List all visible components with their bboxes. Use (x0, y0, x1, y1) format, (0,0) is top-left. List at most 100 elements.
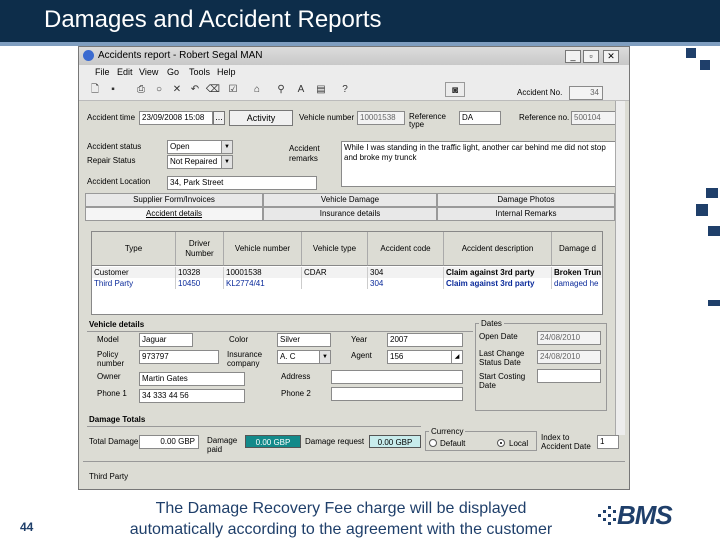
new-icon[interactable]: 🗋 (87, 82, 103, 97)
minimize-button[interactable]: _ (565, 50, 581, 63)
vehicle-number-field[interactable]: 10001538 (357, 111, 405, 125)
phone2-label: Phone 2 (281, 389, 311, 398)
grid-cell-accident-code[interactable]: 304 (368, 267, 444, 278)
chevron-down-icon[interactable]: ▼ (221, 156, 232, 168)
accident-time-field[interactable]: 23/09/2008 15:08 (139, 111, 213, 125)
date-picker-button[interactable]: ... (213, 111, 225, 125)
grid-cell-damage[interactable]: damaged he (552, 278, 602, 289)
activity-button[interactable]: Activity (229, 110, 293, 126)
column-header-accident-code[interactable]: Accident code (368, 232, 444, 266)
tab-insurance-details[interactable]: Insurance details (263, 207, 437, 221)
grid-cell-type[interactable]: Third Party (92, 278, 176, 289)
tab-damage-photos[interactable]: Damage Photos (437, 193, 615, 207)
column-header-accident-description[interactable]: Accident description (444, 232, 552, 266)
tab-internal-remarks[interactable]: Internal Remarks (437, 207, 615, 221)
lookup-icon[interactable]: ◢ (451, 351, 462, 363)
column-header-type[interactable]: Type (92, 232, 176, 266)
column-header-vehicle-type[interactable]: Vehicle type (302, 232, 368, 266)
caption-line: automatically according to the agreement… (129, 521, 553, 538)
save-icon[interactable]: ▪ (105, 82, 121, 97)
chevron-down-icon[interactable]: ▼ (221, 141, 232, 153)
grid-cell-accident-code[interactable]: 304 (368, 278, 444, 289)
print-icon[interactable]: ⎙ (133, 82, 149, 97)
start-costing-date-field[interactable] (537, 369, 601, 383)
text-icon[interactable]: A (293, 82, 309, 97)
model-field[interactable]: Jaguar (139, 333, 193, 347)
menu-view[interactable]: View (139, 67, 158, 77)
reference-type-label: Reference type (409, 112, 446, 129)
menu-tools[interactable]: Tools (189, 67, 210, 77)
grid-cell-driver[interactable]: 10450 (176, 278, 224, 289)
agent-field[interactable]: 156 ◢ (387, 350, 463, 364)
insurance-company-select[interactable]: A. C ▼ (277, 350, 331, 364)
find-icon[interactable]: ⚲ (273, 82, 289, 97)
menu-file[interactable]: File (95, 67, 110, 77)
vertical-scrollbar[interactable] (615, 101, 625, 435)
tab-supplier-form[interactable]: Supplier Form/Invoices (85, 193, 263, 207)
window-titlebar: Accidents report - Robert Segal MAN _ ▫ … (79, 47, 629, 65)
page-number: 44 (20, 520, 34, 534)
grid-cell-description[interactable]: Claim against 3rd party (444, 267, 552, 278)
address-field[interactable] (331, 370, 463, 384)
tab-accident-details[interactable]: Accident details (85, 207, 263, 221)
year-field[interactable]: 2007 (387, 333, 463, 347)
grid-cell-description[interactable]: Claim against 3rd party (444, 278, 552, 289)
total-damage-label: Total Damage (89, 437, 139, 446)
slide-title: Damages and Accident Reports (44, 6, 382, 33)
column-header-vehicle-number[interactable]: Vehicle number (224, 232, 302, 266)
vehicle-details-divider (87, 331, 473, 332)
layout-icon[interactable]: ▤ (313, 82, 329, 97)
search-icon[interactable]: ○ (151, 82, 167, 97)
delete-icon[interactable]: ✕ (169, 82, 185, 97)
tab-vehicle-damage[interactable]: Vehicle Damage (263, 193, 437, 207)
grid-cell-vehicle-type[interactable]: CDAR (302, 267, 368, 278)
close-button[interactable]: ✕ (603, 50, 619, 63)
accident-location-field[interactable]: 34, Park Street (167, 176, 317, 190)
grid-cell-vehicle[interactable]: 10001538 (224, 267, 302, 278)
open-folder-icon[interactable]: ⌂ (249, 82, 265, 97)
menu-help[interactable]: Help (217, 67, 236, 77)
policy-number-label: Policy number (97, 350, 125, 368)
accident-status-value: Open (170, 142, 190, 151)
policy-number-field[interactable]: 973797 (139, 350, 219, 364)
column-header-driver-number[interactable]: Driver Number (176, 232, 224, 266)
grid-cell-vehicle-type[interactable] (302, 278, 368, 289)
grid-cell-driver[interactable]: 10328 (176, 267, 224, 278)
menu-bar: File Edit View Go Tools Help (79, 65, 629, 79)
year-label: Year (351, 335, 368, 344)
undo-icon[interactable]: ↶ (187, 82, 203, 97)
index-to-accident-date-field[interactable]: 1 (597, 435, 619, 449)
grid-cell-type[interactable]: Customer (92, 267, 176, 278)
phone2-field[interactable] (331, 387, 463, 401)
grid-cell-vehicle[interactable]: KL2774/41 (224, 278, 302, 289)
menu-go[interactable]: Go (167, 67, 179, 77)
decor-square (708, 226, 720, 236)
index-to-accident-date-label: Index to Accident Date (541, 433, 591, 451)
repair-status-select[interactable]: Not Repaired ▼ (167, 155, 233, 169)
checklist-icon[interactable]: ☑ (225, 82, 241, 97)
reference-no-field[interactable]: 500104 (571, 111, 619, 125)
vehicle-number-label: Vehicle number (299, 113, 355, 122)
help-icon[interactable]: ? (337, 82, 353, 97)
accident-status-select[interactable]: Open ▼ (167, 140, 233, 154)
menu-edit[interactable]: Edit (117, 67, 133, 77)
accident-remarks-field[interactable]: While I was standing in the traffic ligh… (341, 141, 617, 187)
owner-field[interactable]: Martin Gates (139, 372, 245, 386)
currency-default-radio[interactable] (429, 439, 437, 447)
clear-icon[interactable]: ⌫ (205, 82, 221, 97)
last-change-date-label: Last Change Status Date (479, 349, 525, 367)
chevron-down-icon[interactable]: ▼ (319, 351, 330, 363)
owner-label: Owner (97, 372, 121, 381)
color-field[interactable]: Silver (277, 333, 331, 347)
currency-local-label: Local (509, 439, 529, 448)
currency-local-radio[interactable] (497, 439, 505, 447)
accidents-report-window: Accidents report - Robert Segal MAN _ ▫ … (78, 46, 630, 490)
column-header-damage[interactable]: Damage d (552, 232, 602, 266)
open-date-label: Open Date (479, 332, 518, 341)
phone1-field[interactable]: 34 333 44 56 (139, 389, 245, 403)
grid-cell-damage[interactable]: Broken Trun (552, 267, 602, 278)
camera-icon[interactable]: ◙ (445, 82, 465, 97)
phone1-label: Phone 1 (97, 389, 127, 398)
reference-type-field[interactable]: DA (459, 111, 501, 125)
maximize-button[interactable]: ▫ (583, 50, 599, 63)
